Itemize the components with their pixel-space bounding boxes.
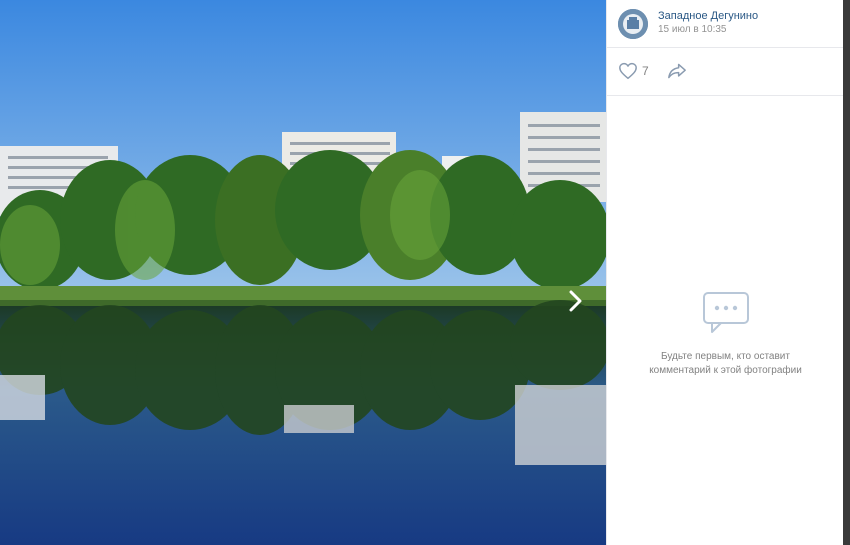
community-logo-icon [618, 9, 648, 39]
chat-bubble-icon [702, 292, 749, 333]
share-button[interactable] [667, 62, 687, 84]
next-photo-button[interactable] [562, 287, 588, 315]
like-count: 7 [642, 64, 649, 78]
like-button[interactable]: 7 [618, 62, 649, 80]
post-date[interactable]: 15 июл в 10:35 [658, 24, 727, 35]
post-actions: 7 [607, 48, 844, 96]
empty-comments-line2: комментарий к этой фотографии [649, 365, 802, 376]
photo-viewer[interactable] [0, 0, 606, 545]
photo-side-panel: Западное Дегунино 15 июл в 10:35 7 Будьт… [606, 0, 844, 545]
heart-icon [619, 62, 637, 80]
empty-comments: Будьте первым, кто оставит комментарий к… [607, 290, 844, 378]
avatar[interactable] [618, 9, 648, 39]
empty-comments-line1: Будьте первым, кто оставит [661, 351, 790, 362]
post-header: Западное Дегунино 15 июл в 10:35 [607, 0, 844, 48]
empty-comments-text: Будьте первым, кто оставит комментарий к… [607, 350, 844, 378]
park-pond-photo [0, 0, 606, 545]
author-link[interactable]: Западное Дегунино [658, 10, 758, 22]
share-icon [668, 63, 686, 79]
chevron-right-icon [569, 290, 582, 312]
window-edge [843, 0, 850, 545]
